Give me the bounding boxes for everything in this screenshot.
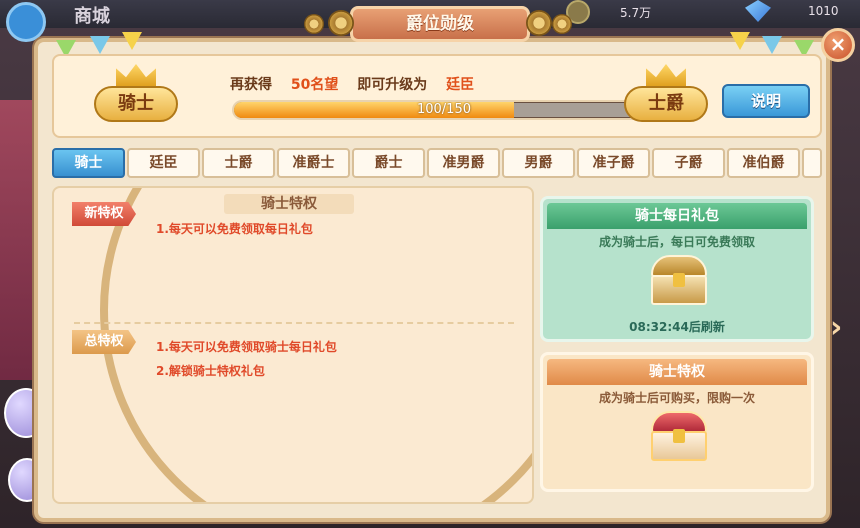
bunting-flag xyxy=(762,36,782,54)
next-rank-label: 士爵 xyxy=(624,86,708,122)
gear-icon xyxy=(526,10,552,36)
tab-rank[interactable]: 准子爵 xyxy=(577,148,650,178)
gem-icon xyxy=(745,0,771,22)
daily-gift-card[interactable]: 骑士每日礼包 成为骑士后，每日可免费领取 08:32:44后刷新 xyxy=(540,196,814,342)
knight-privilege-desc: 成为骑士后可购买，限购一次 xyxy=(598,391,755,405)
dialog-title: 爵位勋级 xyxy=(350,6,530,42)
rank-panel: 骑士 再获得 50名望 即可升级为 廷臣 100/150 士爵 说明 xyxy=(52,54,822,138)
progress-prefix: 再获得 xyxy=(230,77,272,93)
progress-bar: 100/150 xyxy=(232,100,656,120)
treasure-chest-icon xyxy=(647,255,711,305)
bunting-flag xyxy=(730,32,750,50)
tab-rank-partial[interactable] xyxy=(802,148,822,178)
tab-rank[interactable]: 士爵 xyxy=(202,148,275,178)
progress-amount: 50名望 xyxy=(290,77,339,93)
gear-icon xyxy=(304,14,324,34)
tab-rank[interactable]: 骑士 xyxy=(52,148,125,178)
total-privilege-item: 2.解锁骑士特权礼包 xyxy=(156,364,265,378)
current-rank-badge: 骑士 xyxy=(90,64,182,130)
crown-icon xyxy=(116,64,156,86)
progress-text: 再获得 50名望 即可升级为 廷臣 xyxy=(230,74,488,94)
progress-value: 100/150 xyxy=(416,102,471,117)
knight-privilege-card[interactable]: 骑士特权 成为骑士后可购买，限购一次 xyxy=(540,352,814,492)
close-button[interactable]: × xyxy=(821,28,855,62)
explain-button[interactable]: 说明 xyxy=(722,84,810,118)
privilege-header: 骑士特权 xyxy=(224,194,354,214)
total-privilege-tag: 总特权 xyxy=(72,330,136,354)
tab-rank[interactable]: 爵士 xyxy=(352,148,425,178)
rank-tabs: 骑士 廷臣 士爵 准爵士 爵士 准男爵 男爵 准子爵 子爵 准伯爵 xyxy=(52,148,822,178)
divider xyxy=(74,322,514,324)
chest-lock xyxy=(673,273,685,287)
bunting-flag xyxy=(90,36,110,54)
next-rank-badge: 士爵 xyxy=(620,64,712,130)
daily-gift-desc: 成为骑士后，每日可免费领取 xyxy=(598,235,755,249)
chevron-right-icon[interactable]: › xyxy=(830,308,852,348)
treasure-chest-icon xyxy=(647,411,711,461)
progress-mid: 即可升级为 xyxy=(357,77,428,93)
total-privilege-item: 1.每天可以免费领取骑士每日礼包 xyxy=(156,340,337,354)
daily-gift-timer: 08:32:44后刷新 xyxy=(629,320,725,334)
shop-icon[interactable] xyxy=(6,2,46,42)
gear-icon xyxy=(552,14,572,34)
gem-amount: 1010 xyxy=(808,4,839,18)
crown-icon xyxy=(646,64,686,86)
tab-rank[interactable]: 准男爵 xyxy=(427,148,500,178)
bunting-flag xyxy=(122,32,142,50)
daily-gift-title: 骑士每日礼包 xyxy=(547,203,807,229)
progress-target: 廷臣 xyxy=(446,77,475,93)
tab-rank[interactable]: 子爵 xyxy=(652,148,725,178)
current-rank-label: 骑士 xyxy=(94,86,178,122)
tab-rank[interactable]: 准爵士 xyxy=(277,148,350,178)
tab-rank[interactable]: 男爵 xyxy=(502,148,575,178)
tab-rank[interactable]: 准伯爵 xyxy=(727,148,800,178)
chest-lock xyxy=(673,429,685,443)
gold-amount: 5.7万 xyxy=(620,6,652,20)
privilege-panel: 骑士特权 新特权 1.每天可以免费领取每日礼包 总特权 1.每天可以免费领取骑士… xyxy=(52,186,534,504)
new-privilege-tag: 新特权 xyxy=(72,202,136,226)
new-privilege-item: 1.每天可以免费领取每日礼包 xyxy=(156,222,313,236)
shop-label[interactable]: 商城 xyxy=(74,2,110,28)
gear-icon xyxy=(328,10,354,36)
knight-privilege-title: 骑士特权 xyxy=(547,359,807,385)
tab-rank[interactable]: 廷臣 xyxy=(127,148,200,178)
